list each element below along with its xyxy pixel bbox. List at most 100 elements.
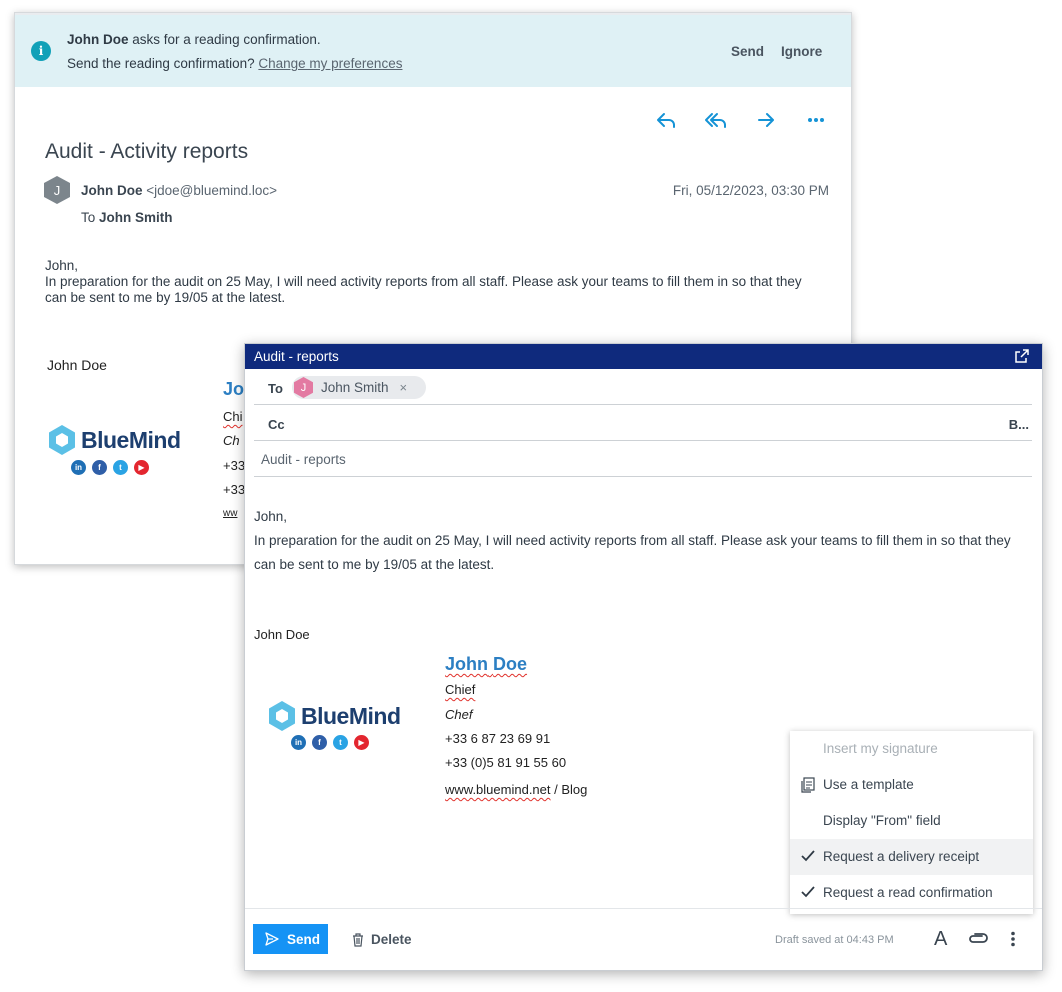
sig-blog-link[interactable]: Blog (561, 782, 587, 797)
compose-options-menu: Insert my signature Use a template Displ… (790, 731, 1033, 914)
sig-website-link[interactable]: www.bluemind.net (445, 782, 551, 797)
menu-item-insert-signature[interactable]: Insert my signature (790, 731, 1033, 767)
body-text: In preparation for the audit on 25 May, … (45, 274, 802, 305)
message-subject: Audit - Activity reports (45, 140, 249, 163)
compose-title: Audit - reports (254, 349, 339, 364)
linkedin-icon[interactable]: in (71, 460, 86, 475)
menu-item-label: Use a template (823, 777, 914, 792)
compose-window: Audit - reports To J John Smith × Cc B..… (244, 343, 1043, 971)
more-options-icon[interactable] (1010, 931, 1016, 952)
sig-title-2: Chef (445, 707, 473, 722)
signature-details: John Doe Chief Chef +33 6 87 23 69 91 +3… (445, 654, 587, 797)
to-name[interactable]: John Smith (99, 210, 173, 225)
attachment-icon[interactable] (967, 932, 989, 951)
sig-partial-phone2: +33 (223, 482, 246, 497)
message-actions (641, 111, 841, 129)
message-from: John Doe <jdoe@bluemind.loc> (81, 183, 277, 198)
recipient-chip[interactable]: J John Smith × (292, 376, 426, 399)
sig-last-name: Doe (493, 654, 528, 674)
compose-bluemind-logo: BlueMind (269, 701, 401, 731)
bcc-toggle-button[interactable]: B... (1009, 417, 1029, 432)
sig-phone-1: +33 6 87 23 69 91 (445, 731, 551, 746)
social-links: in f t ▶ (71, 460, 149, 475)
bluemind-logo: BlueMind (49, 425, 181, 455)
facebook-icon[interactable]: f (92, 460, 107, 475)
trash-icon (353, 932, 363, 947)
twitter-icon[interactable]: t (113, 460, 128, 475)
sig-partial-title1: Chi (223, 409, 243, 424)
delete-label: Delete (371, 932, 412, 947)
signature-name: John Doe (47, 357, 107, 373)
to-field-row[interactable]: To J John Smith × (254, 369, 1032, 405)
text-format-icon[interactable]: A (934, 928, 947, 951)
reply-icon[interactable] (641, 111, 691, 129)
change-preferences-link[interactable]: Change my preferences (258, 56, 402, 71)
menu-item-label: Insert my signature (823, 741, 938, 756)
banner-request-text: John Doe asks for a reading confirmation… (67, 32, 321, 47)
logo-hex-icon (269, 701, 295, 731)
recipient-avatar: J (294, 377, 313, 398)
check-icon (801, 885, 815, 902)
subject-input[interactable]: Audit - reports (261, 452, 346, 467)
recipient-name: John Smith (321, 380, 389, 395)
banner-ignore-button[interactable]: Ignore (781, 44, 822, 59)
banner-sender: John Doe (67, 32, 129, 47)
banner-send-button[interactable]: Send (731, 44, 764, 59)
cc-field-row[interactable]: Cc B... (254, 405, 1032, 441)
linkedin-icon[interactable]: in (291, 735, 306, 750)
sender-avatar: J (44, 176, 70, 204)
reply-all-icon[interactable] (691, 111, 741, 129)
menu-item-read-confirmation[interactable]: Request a read confirmation (790, 875, 1033, 911)
compose-body-text: In preparation for the audit on 25 May, … (254, 533, 1011, 572)
sig-partial-web: ww (223, 508, 238, 519)
cc-label: Cc (268, 417, 285, 432)
compose-signature-name: John Doe (254, 627, 310, 642)
info-icon: i (31, 41, 51, 61)
send-label: Send (287, 931, 321, 947)
youtube-icon[interactable]: ▶ (134, 460, 149, 475)
youtube-icon[interactable]: ▶ (354, 735, 369, 750)
compose-social-links: in f t ▶ (291, 735, 369, 750)
logo-hex-icon (49, 425, 75, 455)
compose-greeting: John, (254, 509, 288, 524)
from-email: <jdoe@bluemind.loc> (142, 183, 278, 198)
menu-item-use-template[interactable]: Use a template (790, 767, 1033, 803)
compose-title-bar: Audit - reports (245, 344, 1042, 369)
sig-first-name: John (445, 654, 488, 674)
delete-button[interactable]: Delete (352, 932, 412, 947)
logo-text: BlueMind (81, 426, 181, 453)
facebook-icon[interactable]: f (312, 735, 327, 750)
sig-phone-2: +33 (0)5 81 91 55 60 (445, 755, 567, 770)
remove-recipient-icon[interactable]: × (400, 380, 408, 395)
more-actions-icon[interactable] (791, 111, 841, 129)
twitter-icon[interactable]: t (333, 735, 348, 750)
open-in-new-window-icon[interactable] (1014, 348, 1030, 367)
from-name: John Doe (81, 183, 143, 198)
sig-title-1: Chief (445, 682, 476, 697)
toolbar-divider (245, 908, 1042, 909)
draft-saved-status: Draft saved at 04:43 PM (775, 934, 894, 946)
to-prefix: To (81, 210, 100, 225)
send-icon (265, 932, 279, 946)
template-icon (801, 777, 815, 796)
menu-item-delivery-receipt[interactable]: Request a delivery receipt (790, 839, 1033, 875)
to-label: To (268, 381, 283, 396)
compose-body-editor[interactable]: John, In preparation for the audit on 25… (254, 505, 1034, 577)
body-greeting: John, (45, 258, 79, 273)
banner-request: asks for a reading confirmation. (128, 32, 321, 47)
sig-partial-phone1: +33 (223, 458, 246, 473)
sig-links: www.bluemind.net / Blog (445, 782, 587, 797)
forward-icon[interactable] (741, 111, 791, 129)
signature-full-name: John Doe (445, 654, 527, 675)
read-confirmation-banner: i John Doe asks for a reading confirmati… (15, 15, 851, 87)
message-body: John, In preparation for the audit on 25… (45, 258, 825, 306)
logo-text: BlueMind (301, 702, 401, 729)
banner-question-text: Send the reading confirmation? (67, 56, 259, 71)
send-button[interactable]: Send (253, 924, 328, 954)
menu-item-label: Request a read confirmation (823, 885, 993, 900)
menu-item-display-from[interactable]: Display "From" field (790, 803, 1033, 839)
menu-item-label: Request a delivery receipt (823, 849, 980, 864)
subject-field-row[interactable]: Audit - reports (254, 441, 1032, 477)
message-to: To John Smith (81, 210, 173, 225)
check-icon (801, 849, 815, 866)
